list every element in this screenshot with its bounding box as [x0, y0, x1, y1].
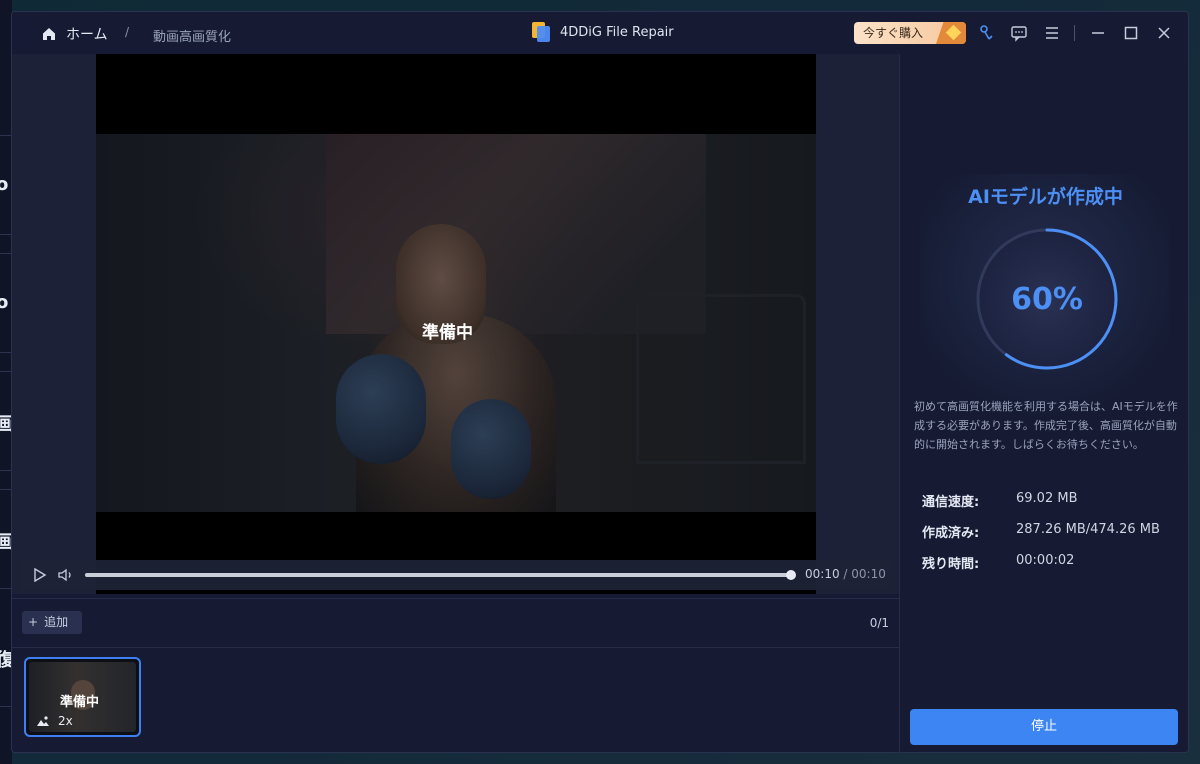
seek-bar-knob[interactable]	[786, 570, 796, 580]
app-window: ホーム / 動画高画質化 4DDiG File Repair 今すぐ購入 準備中…	[11, 11, 1189, 753]
panel-description: 初めて高画質化機能を利用する場合は、AIモデルを作成する必要があります。作成完了…	[914, 400, 1178, 451]
video-preview-panel: 準備中 00:10 / 00:10	[12, 54, 899, 594]
ai-model-panel: AIモデルが作成中 60% 初めて高画質化機能を利用する場合は、AIモデルを作成…	[899, 54, 1188, 752]
add-label: 追加	[44, 615, 69, 629]
bg-glyph: o	[0, 292, 9, 313]
support-icon[interactable]	[978, 24, 996, 42]
buy-now-button[interactable]: 今すぐ購入	[854, 22, 966, 44]
stat-row-remaining: 残り時間: 00:00:02	[922, 553, 1182, 584]
diamond-icon	[936, 22, 966, 44]
time-display: 00:10 / 00:10	[805, 567, 886, 581]
stat-value: 287.26 MB/474.26 MB	[1016, 522, 1160, 537]
stat-key: 通信速度:	[922, 495, 980, 510]
stat-value: 00:00:02	[1016, 553, 1075, 568]
home-button[interactable]: ホーム	[40, 24, 108, 44]
breadcrumb-separator: /	[125, 25, 130, 39]
scale-label: 2x	[58, 714, 73, 728]
progress-percent: 60%	[1011, 281, 1083, 317]
maximize-icon[interactable]	[1122, 24, 1140, 42]
bg-glyph: o	[0, 174, 9, 195]
stat-value: 69.02 MB	[1016, 491, 1078, 506]
stat-key: 作成済み:	[922, 526, 980, 541]
app-title-text: 4DDiG File Repair	[560, 24, 674, 40]
menu-icon[interactable]	[1043, 24, 1061, 42]
video-thumbnail[interactable]: 準備中 2x	[24, 657, 141, 737]
total-time: 00:10	[851, 567, 886, 581]
play-icon[interactable]	[30, 566, 48, 584]
stat-key: 残り時間:	[922, 557, 980, 572]
app-title: 4DDiG File Repair	[532, 22, 674, 42]
current-time: 00:10	[805, 567, 840, 581]
minimize-icon[interactable]	[1089, 24, 1107, 42]
panel-title: AIモデルが作成中	[968, 186, 1123, 208]
add-button[interactable]: + 追加	[22, 611, 82, 634]
buy-now-label: 今すぐ購入	[863, 26, 924, 40]
close-icon[interactable]	[1155, 24, 1173, 42]
app-logo-icon	[532, 22, 550, 42]
feedback-icon[interactable]	[1010, 24, 1028, 42]
seek-bar-fill	[85, 573, 791, 577]
player-controls: 00:10 / 00:10	[20, 560, 890, 590]
scale-indicator: 2x	[36, 714, 73, 728]
stat-row-created: 作成済み: 287.26 MB/474.26 MB	[922, 522, 1182, 553]
titlebar-divider	[1074, 25, 1075, 41]
home-label: ホーム	[66, 27, 108, 43]
image-scale-icon	[37, 716, 49, 726]
plus-icon: +	[28, 615, 39, 629]
volume-icon[interactable]	[57, 566, 75, 584]
home-icon	[43, 28, 55, 40]
title-bar: ホーム / 動画高画質化 4DDiG File Repair 今すぐ購入	[12, 12, 1188, 54]
stop-button[interactable]: 停止	[910, 709, 1178, 745]
thumbnail-status: 準備中	[60, 695, 100, 710]
stats-list: 通信速度: 69.02 MB 作成済み: 287.26 MB/474.26 MB…	[922, 491, 1182, 584]
time-separator: /	[839, 567, 852, 581]
file-list-toolbar: + 追加 0/1	[12, 598, 899, 648]
breadcrumb: 動画高画質化	[153, 30, 232, 45]
seek-bar[interactable]	[85, 570, 796, 580]
stat-row-speed: 通信速度: 69.02 MB	[922, 491, 1182, 522]
preparing-overlay-text: 準備中	[422, 323, 473, 343]
file-count: 0/1	[869, 616, 889, 630]
